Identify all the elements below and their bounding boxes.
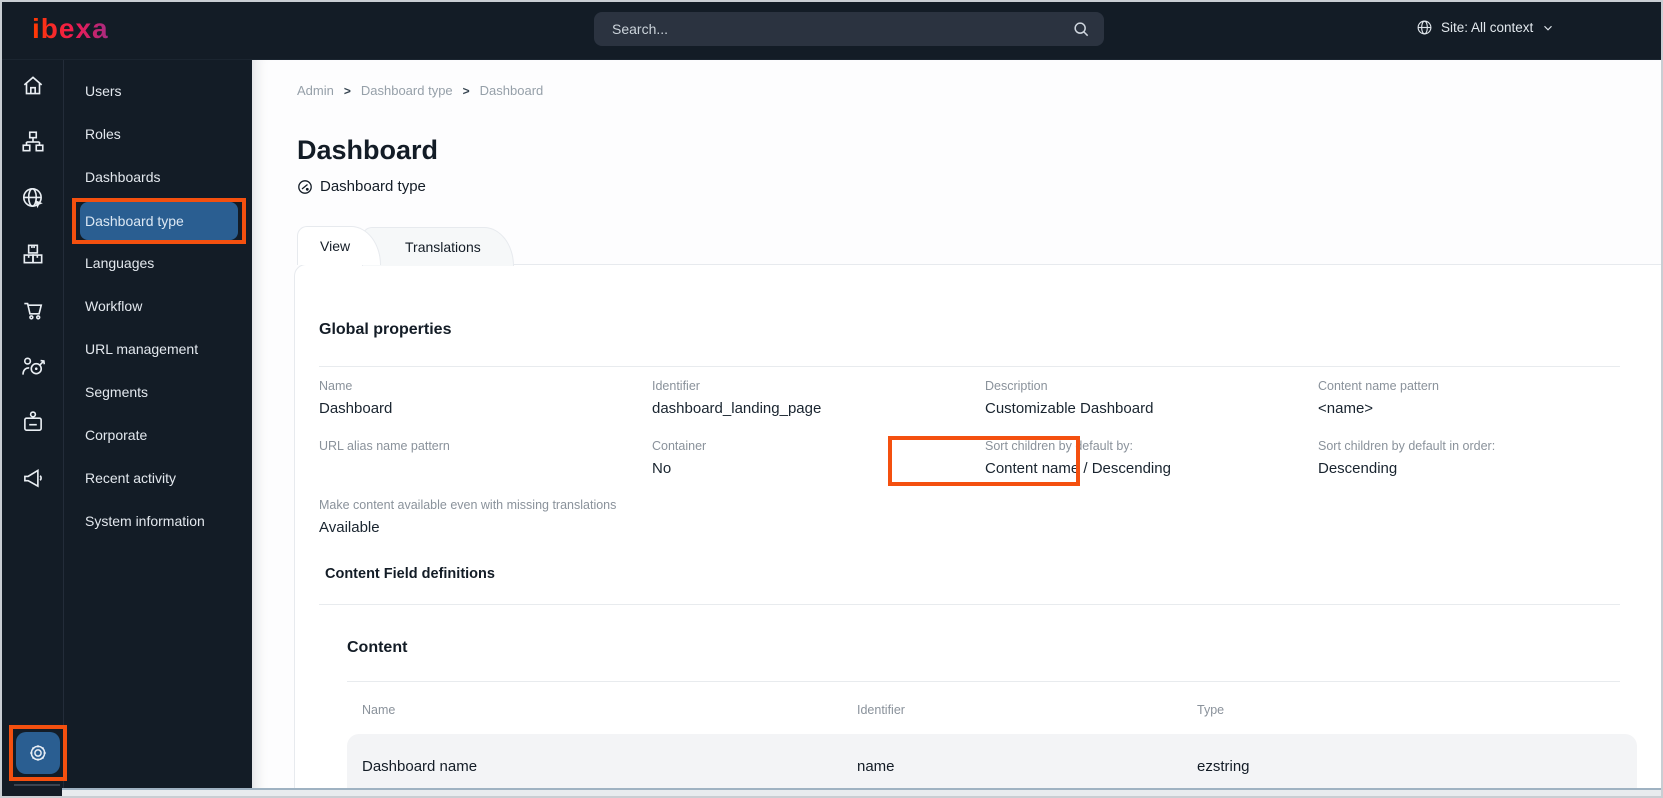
section-divider xyxy=(319,604,1620,605)
corporate-icon[interactable] xyxy=(20,409,46,435)
content-tree-icon[interactable] xyxy=(20,129,46,155)
breadcrumb-current: Dashboard xyxy=(479,83,544,98)
content-group-heading: Content xyxy=(347,639,408,656)
field-content-name-pattern: Content name pattern <name> xyxy=(1318,380,1618,418)
page-subtitle: Dashboard type xyxy=(297,178,426,195)
table-header-type: Type xyxy=(1197,703,1225,717)
field-label: Container xyxy=(652,439,707,453)
cell-type: ezstring xyxy=(1197,758,1250,775)
field-label: Identifier xyxy=(652,379,700,393)
field-value: <name> xyxy=(1318,399,1374,417)
sidebar-item-url-management[interactable]: URL management xyxy=(64,327,252,370)
cell-identifier: name xyxy=(857,758,895,775)
field-value: Descending xyxy=(1318,459,1398,477)
field-label: Make content available even with missing… xyxy=(319,498,617,512)
field-label: URL alias name pattern xyxy=(319,439,450,453)
breadcrumb: Admin > Dashboard type > Dashboard xyxy=(297,83,543,98)
sidebar-item-languages[interactable]: Languages xyxy=(64,241,252,284)
field-label: Sort children by default by: xyxy=(985,439,1133,453)
table-header-identifier: Identifier xyxy=(857,703,905,717)
table-header-name: Name xyxy=(362,703,396,717)
section-divider xyxy=(347,681,1620,682)
field-value: dashboard_landing_page xyxy=(652,399,822,417)
chevron-down-icon xyxy=(1541,21,1555,35)
site-context-selector[interactable]: Site: All context xyxy=(1416,19,1555,36)
sidebar-item-recent-activity[interactable]: Recent activity xyxy=(64,456,252,499)
breadcrumb-admin[interactable]: Admin xyxy=(297,83,334,98)
cell-name: Dashboard name xyxy=(362,758,478,775)
field-value: No xyxy=(652,459,672,477)
sidebar-item-dashboards[interactable]: Dashboards xyxy=(64,155,252,198)
field-value: Available xyxy=(319,518,380,536)
tab-translations[interactable]: Translations xyxy=(362,227,514,266)
global-search xyxy=(594,12,1104,46)
field-url-alias-pattern: URL alias name pattern xyxy=(319,440,619,460)
home-icon[interactable] xyxy=(20,73,46,99)
site-icon[interactable] xyxy=(20,185,46,211)
field-container: Container No xyxy=(652,440,952,478)
ibexa-admin-window: ibexa Site: All context xyxy=(0,0,1663,798)
marketing-icon[interactable] xyxy=(20,465,46,491)
commerce-icon[interactable] xyxy=(20,297,46,323)
content-field-definitions-heading: Content Field definitions xyxy=(325,566,495,582)
horizontal-scrollbar[interactable] xyxy=(62,788,1661,796)
search-input[interactable] xyxy=(594,21,1052,37)
sidebar-item-roles[interactable]: Roles xyxy=(64,112,252,155)
field-label: Sort children by default in order: xyxy=(1318,439,1496,453)
personalization-icon[interactable] xyxy=(20,353,46,379)
sidebar-item-workflow[interactable]: Workflow xyxy=(64,284,252,327)
search-icon[interactable] xyxy=(1071,19,1091,39)
breadcrumb-dashboard-type[interactable]: Dashboard type xyxy=(361,83,453,98)
sidebar-item-corporate[interactable]: Corporate xyxy=(64,413,252,456)
sidebar-item-dashboard-type[interactable]: Dashboard type xyxy=(80,202,238,240)
field-description: Description Customizable Dashboard xyxy=(985,380,1285,418)
field-sort-order: Sort children by default in order: Desce… xyxy=(1318,440,1618,478)
admin-sidebar: Users Roles Dashboards Dashboard type La… xyxy=(64,59,252,796)
page-title: Dashboard xyxy=(297,135,439,165)
rail-divider xyxy=(14,784,60,786)
sidebar-item-system-information[interactable]: System information xyxy=(64,499,252,542)
field-name: Name Dashboard xyxy=(319,380,619,418)
ibexa-logo[interactable]: ibexa xyxy=(32,13,109,45)
sidebar-item-users[interactable]: Users xyxy=(64,69,252,112)
field-availability: Make content available even with missing… xyxy=(319,499,679,537)
global-properties-heading: Global properties xyxy=(319,321,452,338)
field-identifier: Identifier dashboard_landing_page xyxy=(652,380,952,418)
page-subtitle-label: Dashboard type xyxy=(320,178,426,195)
field-value: Content name / Descending xyxy=(985,459,1171,477)
field-label: Name xyxy=(319,379,353,393)
top-bar: ibexa Site: All context xyxy=(2,2,1661,60)
field-label: Content name pattern xyxy=(1318,379,1439,393)
field-sort-by: Sort children by default by: Content nam… xyxy=(985,440,1285,478)
field-value: Dashboard xyxy=(319,399,393,417)
field-label: Description xyxy=(985,379,1048,393)
sidebar-item-segments[interactable]: Segments xyxy=(64,370,252,413)
gear-icon[interactable] xyxy=(16,732,60,774)
site-context-label: Site: All context xyxy=(1441,20,1534,35)
icon-rail xyxy=(2,59,64,796)
breadcrumb-separator: > xyxy=(462,83,470,98)
field-value: Customizable Dashboard xyxy=(985,399,1154,417)
main-content: Admin > Dashboard type > Dashboard Dashb… xyxy=(252,59,1661,796)
globe-icon xyxy=(1416,19,1433,36)
breadcrumb-separator: > xyxy=(343,83,351,98)
content-type-icon xyxy=(297,179,313,195)
section-divider xyxy=(319,366,1620,367)
product-catalog-icon[interactable] xyxy=(20,241,46,267)
